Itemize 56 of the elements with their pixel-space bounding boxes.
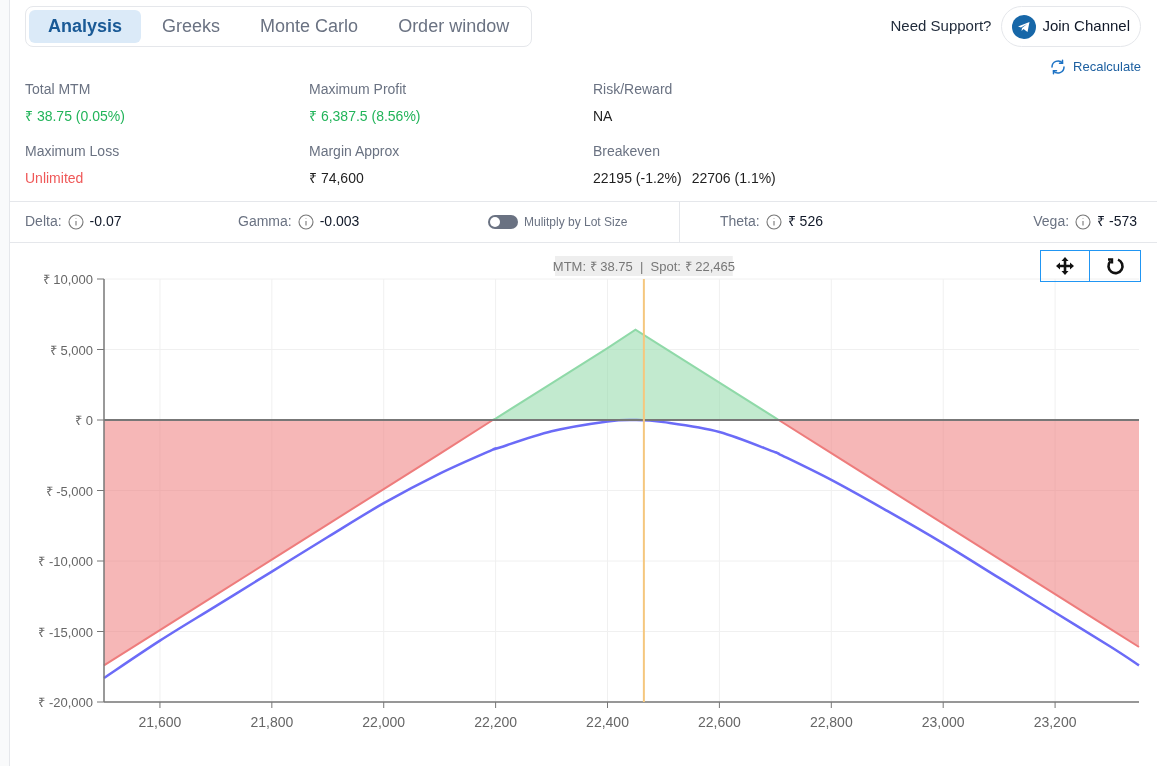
info-icon[interactable] [67, 213, 84, 230]
stat-label: Maximum Loss [25, 141, 121, 161]
stat-label: Total MTM [25, 79, 92, 99]
info-icon[interactable] [297, 213, 314, 230]
axis-tick-label: 23,000 [921, 713, 965, 730]
greek-value: ₹ 526 [787, 212, 823, 231]
info-icon[interactable] [765, 213, 782, 230]
axis-tick-label: 22,000 [362, 713, 406, 730]
tab[interactable]: Analysis [29, 10, 142, 43]
tab[interactable]: Greeks [143, 10, 240, 43]
stat-label: Margin Approx [309, 141, 401, 161]
stat-value: ₹ 6,387.5 (8.56%) [309, 106, 421, 126]
support-prompt: Need Support? [890, 16, 992, 37]
stat-value: NA [593, 106, 613, 126]
stat-value: ₹ 74,600 [309, 168, 364, 188]
info-icon[interactable] [1075, 213, 1092, 230]
stat-value: 22195 (-1.2%) [593, 168, 682, 188]
stat-label: Risk/Reward [593, 79, 674, 99]
stat-value: ₹ 38.75 (0.05%) [25, 106, 125, 126]
reset-arrow-icon [1105, 255, 1125, 276]
tab[interactable]: Order window [379, 10, 529, 43]
axis-tick-label: 22,600 [698, 713, 741, 730]
axis-tick-label: ₹ 5,000 [49, 342, 93, 357]
greek-label: Gamma: [238, 212, 292, 231]
lot-size-toggle[interactable] [488, 214, 518, 229]
pan-button[interactable] [1040, 249, 1090, 282]
axis-tick-label: ₹ -5,000 [45, 483, 93, 498]
axis-tick-label: ₹ -15,000 [38, 624, 93, 639]
stat-value: Unlimited [25, 168, 84, 188]
greek-value: ₹ -573 [1097, 212, 1137, 231]
greek-value: -0.07 [89, 212, 122, 231]
recalculate-link[interactable]: Recalculate [1049, 57, 1141, 77]
stat-value: 22706 (1.1%) [691, 168, 776, 188]
toggle-label: Mulitply by Lot Size [524, 213, 628, 231]
reset-button[interactable] [1090, 249, 1141, 282]
move-arrows-icon [1055, 255, 1075, 276]
stat-label: Breakeven [593, 141, 661, 161]
spot-label: MTM: ₹ 38.75 | Spot: ₹ 22,465 [552, 255, 735, 276]
refresh-icon [1049, 57, 1068, 76]
axis-tick-label: ₹ 10,000 [42, 271, 93, 287]
axis-tick-label: ₹ 0 [75, 412, 93, 428]
greek-value: -0.003 [319, 212, 360, 231]
axis-tick-label: ₹ -20,000 [38, 694, 93, 710]
paper-plane-icon [1012, 14, 1037, 39]
axis-tick-label: ₹ -10,000 [38, 553, 93, 569]
greek-label: Vega: [1033, 212, 1070, 231]
axis-tick-label: 22,400 [586, 713, 629, 730]
axis-tick-label: 23,200 [1033, 713, 1077, 730]
stat-label: Maximum Profit [309, 79, 408, 99]
tab[interactable]: Monte Carlo [241, 10, 378, 43]
axis-tick-label: 22,200 [474, 713, 518, 730]
greek-label: Delta: [25, 212, 62, 231]
axis-tick-label: 22,800 [809, 713, 853, 730]
axis-tick-label: 21,800 [250, 713, 294, 730]
greek-label: Theta: [720, 212, 760, 231]
axis-tick-label: 21,600 [138, 713, 182, 730]
